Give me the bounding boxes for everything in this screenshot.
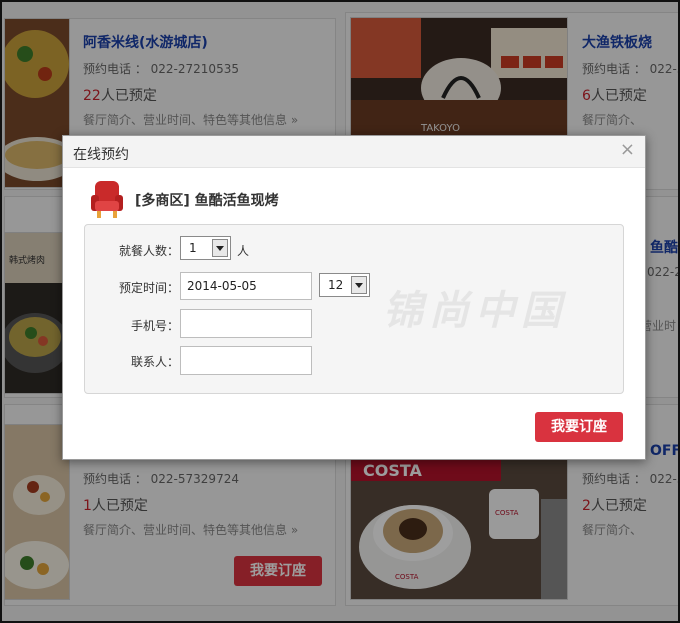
diners-label: 就餐人数： bbox=[118, 244, 179, 258]
contact-label: 联系人： bbox=[130, 355, 179, 369]
phone-field[interactable] bbox=[180, 309, 312, 338]
hour-select[interactable]: 12 bbox=[319, 273, 370, 297]
chevron-down-icon[interactable] bbox=[351, 276, 367, 294]
booking-dialog: 在线预约 × [多商区] 鱼酷活鱼现烤 就餐人数： 1 人 预定时间： 2014… bbox=[62, 135, 646, 460]
phone-label: 手机号： bbox=[130, 319, 179, 333]
contact-field[interactable] bbox=[180, 346, 312, 375]
diners-select[interactable]: 1 bbox=[180, 236, 231, 260]
hour-select-value: 12 bbox=[328, 278, 344, 292]
dialog-header: 在线预约 × bbox=[63, 136, 645, 168]
diners-select-value: 1 bbox=[189, 241, 197, 255]
dialog-title: 在线预约 bbox=[73, 147, 129, 163]
date-field[interactable]: 2014-05-05 bbox=[180, 272, 312, 300]
dialog-restaurant-name: [多商区] 鱼酷活鱼现烤 bbox=[135, 193, 279, 209]
watermark-text: 锦尚中国 bbox=[383, 288, 567, 334]
time-label: 预定时间： bbox=[118, 281, 179, 295]
close-icon[interactable]: × bbox=[620, 141, 635, 159]
chair-icon bbox=[89, 179, 125, 222]
chevron-down-icon[interactable] bbox=[212, 239, 228, 257]
book-seat-submit-button[interactable]: 我要订座 bbox=[535, 412, 623, 442]
diners-unit: 人 bbox=[237, 244, 250, 258]
